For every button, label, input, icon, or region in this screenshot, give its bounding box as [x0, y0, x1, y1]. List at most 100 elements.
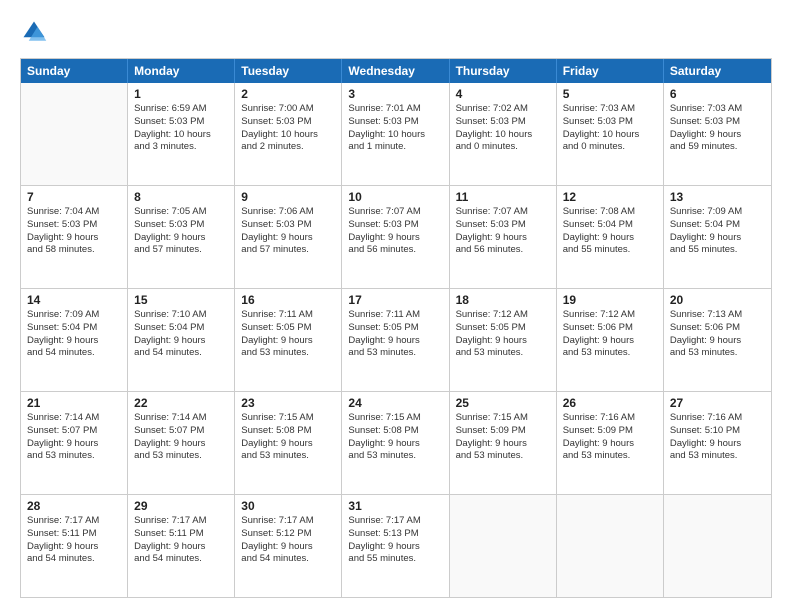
cell-info-line: Sunrise: 7:10 AM — [134, 309, 228, 322]
cell-info-line: and 54 minutes. — [134, 553, 228, 566]
cell-info-line: Daylight: 10 hours — [134, 129, 228, 142]
cell-info-line: Sunrise: 7:15 AM — [348, 412, 442, 425]
cell-info-line: and 55 minutes. — [563, 244, 657, 257]
calendar-cell: 12Sunrise: 7:08 AMSunset: 5:04 PMDayligh… — [557, 186, 664, 288]
cell-info-line: and 0 minutes. — [563, 141, 657, 154]
cell-info-line: Daylight: 9 hours — [134, 232, 228, 245]
cell-info-line: Daylight: 9 hours — [456, 335, 550, 348]
cell-info-line: Sunset: 5:03 PM — [456, 116, 550, 129]
calendar-cell: 21Sunrise: 7:14 AMSunset: 5:07 PMDayligh… — [21, 392, 128, 494]
day-number: 24 — [348, 396, 442, 410]
calendar-cell: 19Sunrise: 7:12 AMSunset: 5:06 PMDayligh… — [557, 289, 664, 391]
cell-info-line: and 1 minute. — [348, 141, 442, 154]
calendar-cell: 25Sunrise: 7:15 AMSunset: 5:09 PMDayligh… — [450, 392, 557, 494]
day-number: 2 — [241, 87, 335, 101]
cell-info-line: and 53 minutes. — [348, 347, 442, 360]
cell-info-line: and 54 minutes. — [27, 553, 121, 566]
cell-info-line: Daylight: 10 hours — [563, 129, 657, 142]
cell-info-line: Daylight: 9 hours — [27, 438, 121, 451]
cell-info-line: Daylight: 9 hours — [27, 541, 121, 554]
cell-info-line: Sunset: 5:07 PM — [27, 425, 121, 438]
cell-info-line: Sunrise: 7:00 AM — [241, 103, 335, 116]
cell-info-line: Sunset: 5:03 PM — [241, 219, 335, 232]
cell-info-line: Sunset: 5:03 PM — [348, 219, 442, 232]
cell-info-line: and 0 minutes. — [456, 141, 550, 154]
cell-info-line: Sunrise: 7:11 AM — [241, 309, 335, 322]
cell-info-line: and 55 minutes. — [348, 553, 442, 566]
cell-info-line: Sunset: 5:04 PM — [134, 322, 228, 335]
cell-info-line: Sunset: 5:11 PM — [134, 528, 228, 541]
weekday-header: Monday — [128, 59, 235, 83]
day-number: 15 — [134, 293, 228, 307]
cell-info-line: and 57 minutes. — [241, 244, 335, 257]
cell-info-line: Sunset: 5:03 PM — [670, 116, 765, 129]
cell-info-line: Daylight: 9 hours — [348, 335, 442, 348]
day-number: 3 — [348, 87, 442, 101]
cell-info-line: and 53 minutes. — [456, 347, 550, 360]
page: SundayMondayTuesdayWednesdayThursdayFrid… — [0, 0, 792, 612]
cell-info-line: Sunrise: 7:09 AM — [670, 206, 765, 219]
cell-info-line: Sunset: 5:03 PM — [563, 116, 657, 129]
cell-info-line: Sunrise: 7:01 AM — [348, 103, 442, 116]
cell-info-line: Daylight: 9 hours — [241, 541, 335, 554]
cell-info-line: Sunrise: 7:06 AM — [241, 206, 335, 219]
day-number: 20 — [670, 293, 765, 307]
cell-info-line: and 55 minutes. — [670, 244, 765, 257]
day-number: 28 — [27, 499, 121, 513]
calendar-row: 28 Sunrise: 7:17 AMSunset: 5:11 PM Dayligh… — [21, 494, 771, 597]
cell-info-line: Daylight: 9 hours — [134, 438, 228, 451]
cell-info-line: Daylight: 9 hours — [456, 232, 550, 245]
cell-info-line: Sunrise: 7:16 AM — [563, 412, 657, 425]
cell-info-line: and 56 minutes. — [348, 244, 442, 257]
calendar-cell: 13Sunrise: 7:09 AMSunset: 5:04 PMDayligh… — [664, 186, 771, 288]
calendar-cell — [21, 83, 128, 185]
calendar-cell: 14Sunrise: 7:09 AMSunset: 5:04 PMDayligh… — [21, 289, 128, 391]
calendar-cell: 31Sunrise: 7:17 AMSunset: 5:13 PMDayligh… — [342, 495, 449, 597]
cell-info-line: Sunrise: 7:16 AM — [670, 412, 765, 425]
calendar-cell: 4Sunrise: 7:02 AMSunset: 5:03 PMDaylight… — [450, 83, 557, 185]
cell-info-line: Sunset: 5:03 PM — [241, 116, 335, 129]
day-number: 18 — [456, 293, 550, 307]
cell-info-line: Sunrise: 7:08 AM — [563, 206, 657, 219]
cell-info-line: Sunrise: 7:05 AM — [134, 206, 228, 219]
cell-info-line: Sunset: 5:03 PM — [456, 219, 550, 232]
cell-info-line: Sunset: 5:03 PM — [27, 219, 121, 232]
day-number: 31 — [348, 499, 442, 513]
calendar-cell: 29Sunrise: 7:17 AMSunset: 5:11 PMDayligh… — [128, 495, 235, 597]
cell-info-line: Daylight: 9 hours — [670, 335, 765, 348]
cell-info-line: Sunrise: 7:04 AM — [27, 206, 121, 219]
cell-info-line: and 53 minutes. — [670, 450, 765, 463]
cell-info-line: Sunset: 5:03 PM — [134, 116, 228, 129]
weekday-header: Saturday — [664, 59, 771, 83]
day-number: 12 — [563, 190, 657, 204]
weekday-header: Friday — [557, 59, 664, 83]
cell-info-line: and 53 minutes. — [670, 347, 765, 360]
cell-info-line: Sunrise: 7:09 AM — [27, 309, 121, 322]
cell-info-line: and 53 minutes. — [456, 450, 550, 463]
cell-info-line: Sunset: 5:08 PM — [241, 425, 335, 438]
cell-info-line: Daylight: 9 hours — [348, 541, 442, 554]
calendar-row: 7Sunrise: 7:04 AMSunset: 5:03 PMDaylight… — [21, 185, 771, 288]
cell-info-line: Sunrise: 7:07 AM — [456, 206, 550, 219]
day-number: 25 — [456, 396, 550, 410]
calendar-cell: 28Sunrise: 7:17 AMSunset: 5:11 PMDayligh… — [21, 495, 128, 597]
day-number: 27 — [670, 396, 765, 410]
calendar-cell: 10Sunrise: 7:07 AMSunset: 5:03 PMDayligh… — [342, 186, 449, 288]
day-number: 19 — [563, 293, 657, 307]
cell-info-line: and 53 minutes. — [241, 450, 335, 463]
cell-info-line: Sunrise: 7:17 AM — [134, 515, 228, 528]
cell-info-line: Sunrise: 7:03 AM — [670, 103, 765, 116]
cell-info-line: and 54 minutes. — [134, 347, 228, 360]
calendar-row: 1Sunrise: 6:59 AMSunset: 5:03 PMDaylight… — [21, 83, 771, 185]
cell-info-line: Sunset: 5:06 PM — [670, 322, 765, 335]
cell-info-line: Daylight: 10 hours — [456, 129, 550, 142]
cell-info-line: Sunrise: 6:59 AM — [134, 103, 228, 116]
calendar-cell: 16Sunrise: 7:11 AMSunset: 5:05 PMDayligh… — [235, 289, 342, 391]
weekday-header: Wednesday — [342, 59, 449, 83]
calendar-cell — [664, 495, 771, 597]
cell-info-line: and 56 minutes. — [456, 244, 550, 257]
cell-info-line: and 53 minutes. — [27, 450, 121, 463]
cell-info-line: and 53 minutes. — [563, 347, 657, 360]
calendar-cell: 11Sunrise: 7:07 AMSunset: 5:03 PMDayligh… — [450, 186, 557, 288]
calendar-cell: 24Sunrise: 7:15 AMSunset: 5:08 PMDayligh… — [342, 392, 449, 494]
